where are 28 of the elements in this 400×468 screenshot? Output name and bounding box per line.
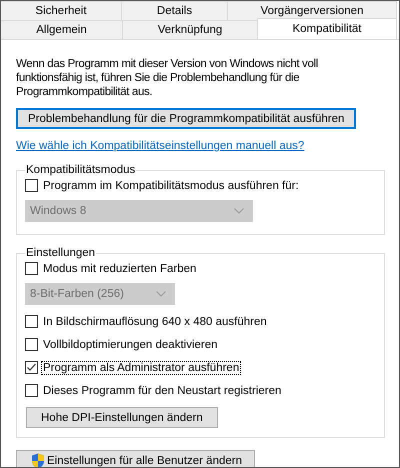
tab[interactable]: Details <box>121 1 228 20</box>
checkbox[interactable] <box>25 384 38 397</box>
button[interactable]: Problembehandlung für die Programmkompatibilität ausführen <box>16 108 356 129</box>
checkbox[interactable] <box>25 179 38 192</box>
tab[interactable]: Kompatibilität <box>257 18 397 39</box>
help-link[interactable]: Wie wähle ich Kompatibilitätseinstellungen manuell aus? <box>16 140 304 152</box>
tab[interactable]: Verknüpfung <box>122 20 258 39</box>
checkbox[interactable] <box>25 262 38 275</box>
description-text: Wenn das Programm mit dieser Version von Windows nicht voll funktionsfähig ist, führen Sie die Problembehandlung für die Programmkompatibilität aus. <box>16 57 319 99</box>
tab[interactable]: Vorgängerversionen <box>227 1 397 20</box>
group-title: Einstellungen <box>25 247 96 259</box>
chevron-down-icon <box>156 291 166 297</box>
checkbox[interactable] <box>25 361 38 374</box>
tab[interactable]: Allgemein <box>1 20 123 39</box>
checkbox-label[interactable]: Dieses Programm für den Neustart registrieren <box>41 384 284 398</box>
chevron-down-icon <box>234 208 244 214</box>
checkbox-label[interactable]: Vollbildoptimierungen deaktivieren <box>41 338 220 352</box>
checkbox[interactable] <box>25 315 38 328</box>
checkbox-label[interactable]: In Bildschirmauflösung 640 x 480 ausführen <box>41 314 269 328</box>
button[interactable]: Einstellungen für alle Benutzer ändern <box>16 450 255 467</box>
shield-icon <box>31 452 45 467</box>
checkbox-label[interactable]: Modus mit reduzierten Farben <box>41 262 198 276</box>
checkbox[interactable] <box>25 338 38 351</box>
button[interactable]: Hohe DPI-Einstellungen ändern <box>26 407 218 428</box>
checkbox-label[interactable]: Programm im Kompatibilitätsmodus ausführen für: <box>41 178 301 192</box>
checkbox-label[interactable]: Programm als Administrator ausführen <box>41 360 242 374</box>
group-title: Kompatibilitätsmodus <box>25 164 136 176</box>
tab[interactable]: Sicherheit <box>1 1 122 20</box>
